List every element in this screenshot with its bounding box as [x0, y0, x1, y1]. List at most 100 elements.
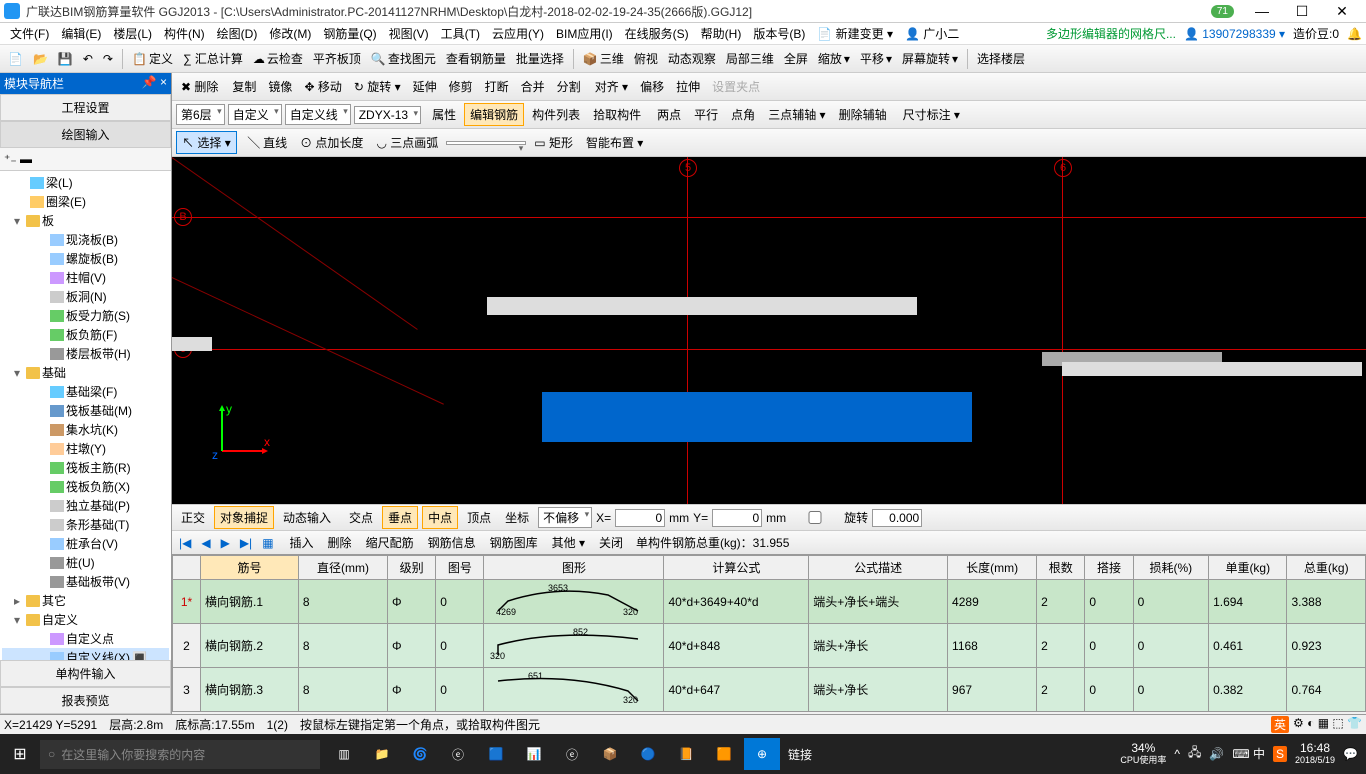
- split-button[interactable]: 分割: [552, 76, 586, 97]
- join-button[interactable]: 合并: [516, 76, 550, 97]
- app-icon-7[interactable]: 📦: [592, 738, 628, 770]
- local3d-button[interactable]: 局部三维: [722, 48, 778, 69]
- tree-sump[interactable]: 集水坑(K): [2, 420, 169, 439]
- redo-icon[interactable]: ↷: [99, 50, 117, 68]
- app-icon-1[interactable]: 📁: [364, 738, 400, 770]
- list-button[interactable]: 构件列表: [527, 104, 585, 125]
- name-combo[interactable]: ZDYX-13: [354, 106, 421, 124]
- app-icon-8[interactable]: 🔵: [630, 738, 666, 770]
- batch-button[interactable]: 批量选择: [512, 48, 568, 69]
- viewport[interactable]: 5 6 B 0 xyz: [172, 157, 1366, 504]
- tree-iso-footing[interactable]: 独立基础(P): [2, 496, 169, 515]
- tree-custom-group[interactable]: ▾自定义: [2, 610, 169, 629]
- trim-button[interactable]: 修剪: [444, 76, 478, 97]
- save-icon[interactable]: 💾: [54, 50, 77, 68]
- tree-strip-footing[interactable]: 条形基础(T): [2, 515, 169, 534]
- tree-pile[interactable]: 桩(U): [2, 553, 169, 572]
- next-button[interactable]: ▶: [218, 536, 233, 550]
- define-button[interactable]: 📋 定义: [128, 48, 177, 69]
- tree-slab-neg[interactable]: 板负筋(F): [2, 325, 169, 344]
- attr-button[interactable]: 属性: [427, 104, 461, 125]
- edge-icon[interactable]: ⓔ: [440, 738, 476, 770]
- table-row[interactable]: 1*横向钢筋.18Φ0 42693653320 40*d+3649+40*d端头…: [173, 580, 1366, 624]
- app-icon-5[interactable]: 📊: [516, 738, 552, 770]
- tab-draw-input[interactable]: 绘图输入: [0, 121, 171, 148]
- pan-button[interactable]: 平移 ▾: [856, 48, 896, 69]
- x-input[interactable]: [615, 509, 665, 527]
- ime-icon[interactable]: 英: [1271, 716, 1289, 733]
- pick-button[interactable]: 拾取构件: [588, 104, 646, 125]
- tree-raft-main[interactable]: 筏板主筋(R): [2, 458, 169, 477]
- tree-raft[interactable]: 筏板基础(M): [2, 401, 169, 420]
- menu-cloud[interactable]: 云应用(Y): [486, 23, 550, 44]
- parallel-button[interactable]: 平行: [689, 104, 723, 125]
- type-combo[interactable]: 自定义线: [285, 104, 351, 125]
- ie-icon[interactable]: ⓔ: [554, 738, 590, 770]
- menu-rebar[interactable]: 钢筋量(Q): [317, 23, 382, 44]
- delete-button[interactable]: ✖ 删除: [176, 76, 223, 97]
- dyn-view-button[interactable]: 动态观察: [664, 48, 720, 69]
- app-icon-9[interactable]: 📙: [668, 738, 704, 770]
- menu-component[interactable]: 构件(N): [158, 23, 211, 44]
- col-name[interactable]: 筋号: [201, 556, 299, 580]
- smart-button[interactable]: 智能布置 ▾: [581, 132, 648, 153]
- tab-project-settings[interactable]: 工程设置: [0, 94, 171, 121]
- maximize-button[interactable]: ☐: [1282, 3, 1322, 20]
- copy-button[interactable]: 复制: [227, 76, 261, 97]
- close-panel-button[interactable]: 关闭: [594, 532, 628, 553]
- select-floor-button[interactable]: 选择楼层: [973, 48, 1029, 69]
- menu-draw[interactable]: 绘图(D): [211, 23, 264, 44]
- menu-tool[interactable]: 工具(T): [435, 23, 486, 44]
- close-button[interactable]: ✕: [1322, 3, 1362, 20]
- app-icon-4[interactable]: 🟦: [478, 738, 514, 770]
- scale-button[interactable]: 缩尺配筋: [361, 532, 419, 553]
- insert-row-button[interactable]: 插入: [285, 532, 319, 553]
- tree-fbeam[interactable]: 基础梁(F): [2, 382, 169, 401]
- first-button[interactable]: |◀: [176, 536, 194, 550]
- user-menu[interactable]: 👤 广小二: [899, 23, 965, 44]
- category-combo[interactable]: 自定义: [228, 104, 282, 125]
- col-uw[interactable]: 单重(kg): [1209, 556, 1287, 580]
- prev-button[interactable]: ◀: [198, 536, 213, 550]
- line-button[interactable]: ╲ 直线: [243, 132, 292, 153]
- move-button[interactable]: ✥ 移动: [299, 76, 346, 97]
- tree-other-group[interactable]: ▸其它: [2, 591, 169, 610]
- screen-rotate-button[interactable]: 屏幕旋转 ▾: [898, 48, 962, 69]
- col-len[interactable]: 长度(mm): [948, 556, 1037, 580]
- top-view-button[interactable]: 俯视: [630, 48, 662, 69]
- app-icon-10[interactable]: 🟧: [706, 738, 742, 770]
- app-icon-2[interactable]: 🌀: [402, 738, 438, 770]
- menu-bim[interactable]: BIM应用(I): [550, 23, 619, 44]
- y-input[interactable]: [712, 509, 762, 527]
- col-level[interactable]: 级别: [388, 556, 436, 580]
- rebar-qty-button[interactable]: 查看钢筋量: [442, 48, 510, 69]
- new-change-button[interactable]: 📄 新建变更 ▾: [811, 23, 899, 44]
- tree-custom-line[interactable]: 自定义线(X)🔳: [2, 648, 169, 660]
- tree-fband[interactable]: 基础板带(V): [2, 572, 169, 591]
- zoom-button[interactable]: 缩放 ▾: [814, 48, 854, 69]
- expand-icon[interactable]: ▦: [259, 536, 276, 550]
- tree-ring-beam[interactable]: 圈梁(E): [2, 192, 169, 211]
- rebar-grid[interactable]: 筋号 直径(mm) 级别 图号 图形 计算公式 公式描述 长度(mm) 根数 搭…: [172, 554, 1366, 714]
- find-button[interactable]: 🔍 查找图元: [367, 48, 440, 69]
- offset-combo[interactable]: 不偏移: [538, 507, 592, 528]
- ortho-toggle[interactable]: 正交: [176, 507, 210, 528]
- table-row[interactable]: 2横向钢筋.28Φ0 320852 40*d+848端头+净长11682000.…: [173, 624, 1366, 668]
- clock-time[interactable]: 16:48: [1295, 742, 1335, 755]
- floor-combo[interactable]: 第6层: [176, 104, 225, 125]
- menu-online[interactable]: 在线服务(S): [619, 23, 695, 44]
- bell-icon[interactable]: 🔔: [1347, 27, 1362, 41]
- col-dia[interactable]: 直径(mm): [298, 556, 387, 580]
- tree-foundation-group[interactable]: ▾基础: [2, 363, 169, 382]
- arc-button[interactable]: ◡ 三点画弧: [371, 132, 443, 153]
- sum-button[interactable]: ∑ 汇总计算: [179, 48, 247, 69]
- vert-toggle[interactable]: 顶点: [462, 507, 496, 528]
- angle-button[interactable]: 点角: [726, 104, 760, 125]
- pt-len-button[interactable]: ⊙ 点加长度: [295, 132, 368, 153]
- minimize-button[interactable]: —: [1242, 3, 1282, 19]
- task-view-icon[interactable]: ▥: [326, 738, 362, 770]
- new-icon[interactable]: 📄: [4, 50, 27, 68]
- tray-net-icon[interactable]: 🖧: [1188, 743, 1201, 764]
- col-tw[interactable]: 总重(kg): [1287, 556, 1366, 580]
- tree-slab-band[interactable]: 楼层板带(H): [2, 344, 169, 363]
